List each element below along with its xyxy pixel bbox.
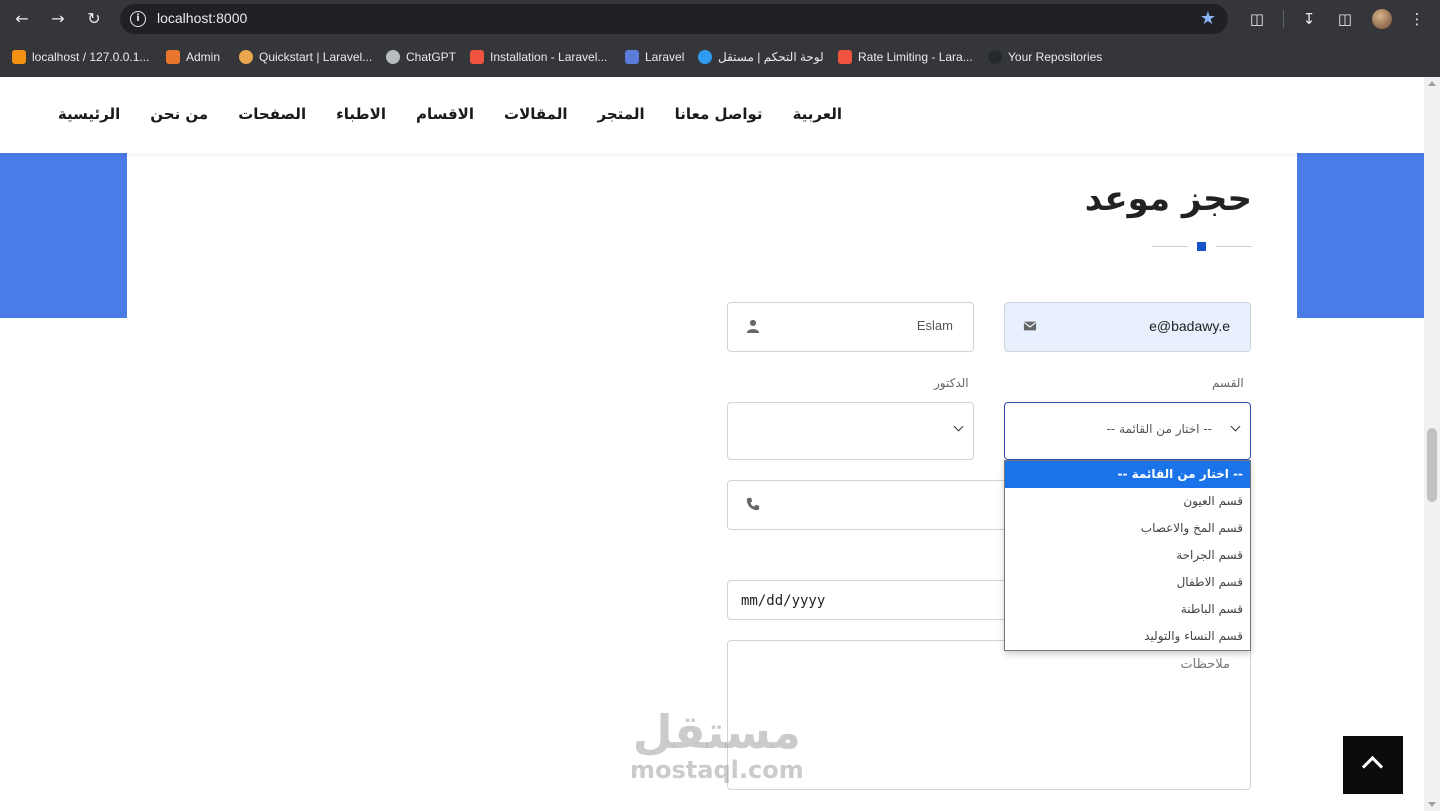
envelope-icon [1023,321,1037,331]
bookmark-label: Installation - Laravel... [490,50,608,64]
nav-item-contact[interactable]: تواصل معانا [675,105,763,123]
bookmark-favicon [698,50,712,64]
dropdown-option[interactable]: قسم الجراحة [1005,542,1250,569]
toolbar-separator [1283,10,1284,28]
date-value: mm/dd/yyyy [741,593,826,609]
page-title: حجز موعد [1084,179,1252,219]
nav-item-home[interactable]: الرئيسية [58,105,120,123]
extensions-icon[interactable]: ◫ [1246,8,1268,30]
nav-item-articles[interactable]: المقالات [504,105,568,123]
mostaql-watermark: مستقل mostaql.com [630,707,804,783]
bookmark-favicon [838,50,852,64]
watermark-arabic: مستقل [632,705,801,759]
site-info-icon[interactable]: i [130,11,146,27]
bookmark-favicon [239,50,253,64]
back-to-top-button[interactable] [1343,736,1403,794]
bookmark-label: Quickstart | Laravel... [259,50,373,64]
bookmark-label: Rate Limiting - Lara... [858,50,973,64]
dropdown-option[interactable]: قسم العيون [1005,488,1250,515]
nav-item-store[interactable]: المتجر [598,105,645,123]
nav-item-language[interactable]: العربية [793,105,842,123]
scroll-up-icon[interactable] [1428,81,1436,86]
menu-icon[interactable]: ⋮ [1406,8,1428,30]
bookmark-item[interactable]: Admin [166,48,220,66]
nav-item-about[interactable]: من نحن [150,105,208,123]
profile-avatar[interactable] [1372,9,1392,29]
bookmark-label: ChatGPT [406,50,457,64]
nav-menu: الرئيسية من نحن الصفحات الاطباء الاقسام … [58,105,842,123]
bookmark-favicon [625,50,639,64]
bookmark-item[interactable]: Installation - Laravel... [470,48,607,66]
reload-icon[interactable]: ↻ [82,7,106,31]
user-icon [746,319,760,333]
chevron-up-icon [1361,755,1384,778]
bookmark-star-icon[interactable]: ★ [1200,8,1216,29]
notes-placeholder: ملاحظات [1180,657,1230,672]
nav-item-doctors[interactable]: الاطباء [336,105,386,123]
department-label: القسم [1212,376,1244,390]
dropdown-option[interactable]: قسم الباطنة [1005,596,1250,623]
department-selected: -- اختار من القائمة -- [1106,422,1212,436]
bookmark-item[interactable]: لوحة التحكم | مستقل [698,48,824,66]
bookmark-item[interactable]: Rate Limiting - Lara... [838,48,973,66]
title-divider [1152,242,1252,252]
bookmarks-bar: localhost / 127.0.0.1... Admin Quickstar… [0,38,1440,77]
page-viewport: الرئيسية من نحن الصفحات الاطباء الاقسام … [0,77,1424,811]
phone-icon [746,497,760,511]
bookmark-item[interactable]: ChatGPT [386,48,456,66]
email-field[interactable]: e@badawy.e [1004,302,1251,352]
address-url[interactable]: localhost:8000 [157,10,247,26]
bookmark-label: لوحة التحكم | مستقل [718,50,824,64]
divider-line [1216,246,1252,247]
scrollbar-thumb[interactable] [1427,428,1437,502]
bookmark-label: localhost / 127.0.0.1... [32,50,150,64]
bookmark-item[interactable]: localhost / 127.0.0.1... [12,48,149,66]
doctor-select[interactable] [727,402,974,460]
bookmark-favicon [386,50,400,64]
site-navbar: الرئيسية من نحن الصفحات الاطباء الاقسام … [0,77,1424,153]
watermark-latin: mostaql.com [630,756,804,784]
download-icon[interactable]: ↧ [1298,8,1320,30]
chevron-down-icon [953,421,964,432]
notes-textarea[interactable]: ملاحظات [727,640,1251,790]
scroll-down-icon[interactable] [1428,802,1436,807]
nav-item-departments[interactable]: الاقسام [416,105,474,123]
divider-line [1152,246,1188,247]
bookmark-label: Admin [186,50,221,64]
dropdown-option[interactable]: -- اختار من القائمة -- [1005,461,1250,488]
dropdown-option[interactable]: قسم المخ والاعصاب [1005,515,1250,542]
bookmark-label: Your Repositories [1008,50,1103,64]
bookmark-favicon [988,50,1002,64]
doctor-label: الدكتور [934,376,969,390]
address-bar[interactable]: i localhost:8000 ★ [120,4,1228,34]
dropdown-option[interactable]: قسم النساء والتوليد [1005,623,1250,650]
forward-icon[interactable]: → [46,7,70,31]
bookmark-favicon [470,50,484,64]
back-icon[interactable]: ← [10,7,34,31]
bookmark-item[interactable]: Your Repositories [988,48,1102,66]
nav-item-pages[interactable]: الصفحات [238,105,306,123]
page-scrollbar[interactable] [1424,77,1440,811]
browser-toolbar: ← → ↻ i localhost:8000 ★ ◫ ↧ ◫ ⋮ [0,0,1440,38]
email-value: e@badawy.e [1149,318,1230,334]
department-dropdown-list: -- اختار من القائمة -- قسم العيون قسم ال… [1004,460,1251,651]
bookmark-label: Laravel [645,50,685,64]
name-value: Eslam [916,318,953,333]
dropdown-option[interactable]: قسم الاطفال [1005,569,1250,596]
bookmark-favicon [166,50,180,64]
name-field[interactable]: Eslam [727,302,974,352]
bookmark-favicon [12,50,26,64]
department-select[interactable]: -- اختار من القائمة -- [1004,402,1251,460]
bookmark-item[interactable]: Quickstart | Laravel... [239,48,372,66]
bookmark-item[interactable]: Laravel [625,48,684,66]
chevron-down-icon [1230,421,1241,432]
browser-chrome: ← → ↻ i localhost:8000 ★ ◫ ↧ ◫ ⋮ localho… [0,0,1440,77]
divider-dot [1197,242,1206,251]
side-panel-icon[interactable]: ◫ [1334,8,1356,30]
